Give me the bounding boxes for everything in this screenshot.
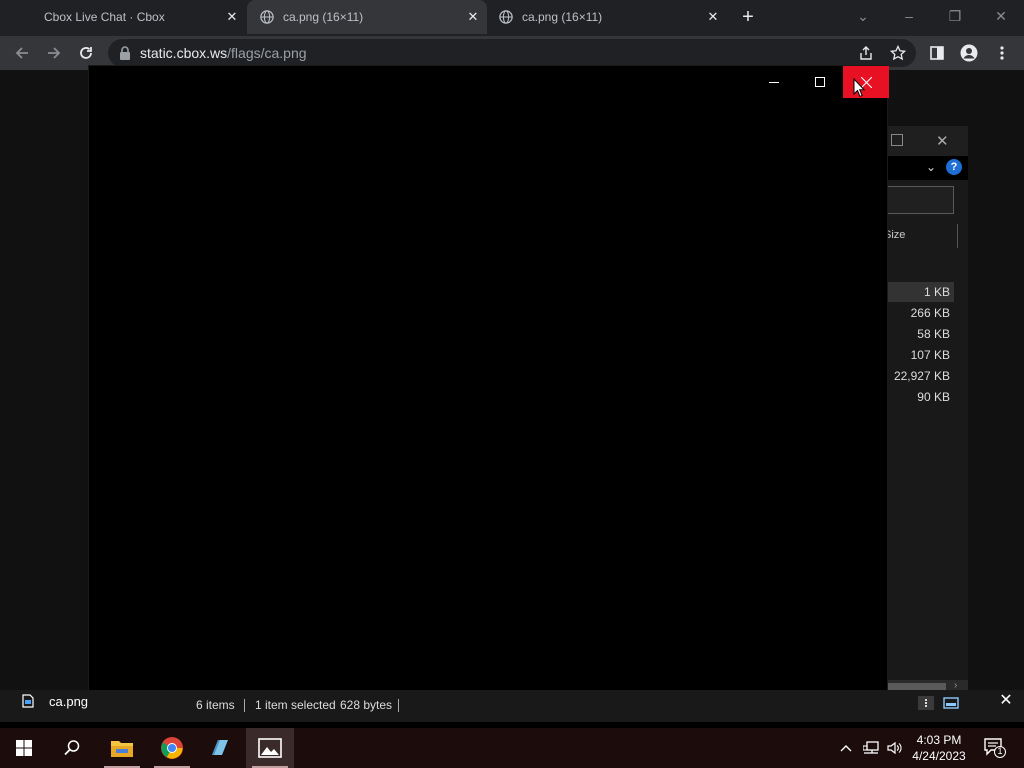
tab-cbox-live-chat[interactable]: Cbox Live Chat · Cbox ✕ (0, 0, 246, 34)
status-bar: ca.png 6 items 1 item selected 628 bytes… (0, 690, 1024, 722)
tab-search-chevron-icon[interactable]: ⌄ (849, 4, 877, 28)
globe-icon (260, 10, 274, 24)
system-clock[interactable]: 4:03 PM 4/24/2023 (908, 732, 970, 764)
taskbar: 4:03 PM 4/24/2023 1 (0, 728, 1024, 768)
avatar-icon (960, 44, 978, 62)
volume-button[interactable] (884, 728, 906, 768)
items-count: 6 items (196, 698, 235, 712)
notification-count: 1 (997, 746, 1003, 756)
photo-viewer-window (88, 65, 889, 695)
reload-icon (80, 47, 92, 59)
arrow-left-icon (15, 47, 28, 59)
tab-title: Cbox Live Chat · Cbox (44, 10, 165, 24)
maximize-icon[interactable] (891, 134, 903, 146)
search-button[interactable] (48, 728, 96, 768)
file-size-cell[interactable]: 22,927 KB (888, 366, 954, 386)
image-file-icon (22, 694, 34, 708)
side-panel-button[interactable] (926, 42, 948, 64)
start-button[interactable] (0, 728, 48, 768)
kebab-menu-icon (1000, 46, 1004, 60)
tab-close-icon[interactable]: ✕ (465, 9, 481, 25)
status-divider (398, 699, 399, 712)
help-icon[interactable]: ? (946, 159, 962, 175)
folder-icon (111, 741, 133, 757)
file-size-cell[interactable]: 90 KB (888, 387, 954, 407)
file-size-cell[interactable]: 266 KB (888, 303, 954, 323)
url-path: /flags/ca.png (227, 45, 307, 61)
details-view-icon[interactable] (918, 696, 934, 710)
viewer-close-button[interactable] (843, 66, 889, 98)
tab-title: ca.png (16×11) (522, 10, 603, 24)
explorer-ribbon: ⌄ ? (888, 156, 968, 180)
large-icons-view-icon[interactable] (943, 696, 959, 710)
bookmark-button[interactable] (887, 42, 909, 64)
tab-ca-png[interactable]: ca.png (16×11) ✕ (487, 0, 727, 34)
window-minimize-button[interactable]: – (895, 4, 923, 28)
tab-close-icon[interactable]: ✕ (224, 9, 240, 25)
search-input[interactable] (888, 186, 954, 214)
arrow-right-icon (48, 47, 61, 59)
share-button[interactable] (855, 42, 877, 64)
tab-ca-png-active[interactable]: ca.png (16×11) ✕ (247, 0, 487, 34)
viewer-maximize-button[interactable] (805, 66, 835, 98)
file-size-cell[interactable]: 58 KB (888, 324, 954, 344)
file-size-cell[interactable]: 107 KB (888, 345, 954, 365)
window-close-button[interactable]: ✕ (987, 4, 1015, 28)
viewer-file-name: ca.png (49, 693, 89, 709)
star-icon (890, 45, 906, 61)
url-text: static.cbox.ws/flags/ca.png (140, 45, 307, 61)
side-panel-icon (930, 46, 944, 60)
search-icon (64, 740, 80, 756)
column-divider[interactable] (957, 224, 958, 248)
chrome-icon (161, 737, 183, 759)
minimize-icon (769, 82, 779, 83)
mouse-cursor-icon (853, 78, 865, 98)
close-icon[interactable]: ✕ (996, 690, 1016, 710)
tab-strip: Cbox Live Chat · Cbox ✕ ca.png (16×11) ✕… (0, 0, 1024, 36)
viewer-minimize-button[interactable] (759, 66, 789, 98)
viewer-file-label: ca.png (22, 690, 88, 712)
back-button[interactable] (11, 42, 33, 64)
close-icon[interactable]: ✕ (936, 132, 949, 150)
maximize-icon (815, 77, 825, 87)
explorer-titlebar: ✕ (888, 126, 968, 156)
menu-button[interactable] (991, 42, 1013, 64)
file-explorer-window: ✕ ⌄ ? Size 1 KB 266 KB 58 KB 107 KB 22,9… (884, 126, 968, 694)
speaker-icon (887, 741, 902, 755)
show-hidden-icons-button[interactable] (836, 728, 856, 768)
chevron-down-icon[interactable]: ⌄ (926, 160, 936, 174)
profile-button[interactable] (958, 42, 980, 64)
taskbar-notepad[interactable] (196, 728, 244, 768)
address-bar[interactable]: static.cbox.ws/flags/ca.png (108, 39, 916, 67)
network-icon (863, 741, 879, 754)
reload-button[interactable] (75, 42, 97, 64)
photos-icon (258, 738, 282, 758)
forward-button[interactable] (43, 42, 65, 64)
window-restore-button[interactable]: ❐ (941, 4, 969, 28)
chevron-up-icon (840, 745, 852, 752)
windows-logo-icon (16, 740, 32, 756)
globe-icon (499, 10, 513, 24)
taskbar-photos[interactable] (246, 728, 294, 768)
taskbar-file-explorer[interactable] (98, 728, 146, 768)
tab-title: ca.png (16×11) (283, 10, 364, 24)
selection-size: 628 bytes (340, 698, 393, 712)
notepad-icon (212, 740, 228, 755)
tab-close-icon[interactable]: ✕ (705, 9, 721, 25)
action-center-button[interactable]: 1 (980, 728, 1010, 768)
share-icon (860, 46, 872, 60)
clock-date: 4/24/2023 (912, 749, 966, 763)
file-size-cell[interactable]: 1 KB (888, 282, 954, 302)
clock-time: 4:03 PM (916, 733, 962, 747)
status-divider (244, 699, 245, 712)
taskbar-chrome[interactable] (148, 728, 196, 768)
new-tab-button[interactable]: + (738, 6, 758, 28)
selection-text: 1 item selected (255, 698, 336, 712)
url-host: static.cbox.ws (140, 45, 228, 61)
lock-icon (120, 46, 130, 60)
network-button[interactable] (860, 728, 882, 768)
